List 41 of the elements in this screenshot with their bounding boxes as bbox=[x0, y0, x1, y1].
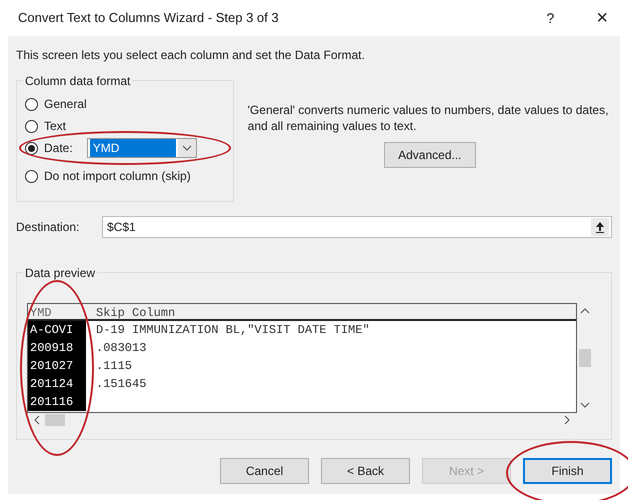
radio-button[interactable] bbox=[25, 142, 38, 154]
close-button[interactable]: × bbox=[596, 3, 608, 33]
date-format-dropdown[interactable]: YMD bbox=[86, 138, 197, 158]
option-label[interactable]: Text bbox=[44, 117, 66, 135]
preview-cell: 201124 bbox=[28, 375, 86, 393]
collapse-dialog-icon[interactable] bbox=[591, 218, 609, 236]
dialog-button[interactable]: < Back bbox=[321, 458, 410, 484]
field-value: $C$1 bbox=[106, 219, 137, 236]
radio-button[interactable] bbox=[25, 98, 38, 110]
scroll-down-icon[interactable] bbox=[580, 401, 590, 409]
radio-button[interactable] bbox=[25, 170, 38, 182]
scroll-left-icon[interactable] bbox=[33, 415, 41, 425]
option-label[interactable]: Do not import column (skip) bbox=[44, 167, 191, 185]
destination-label: Destination: bbox=[16, 219, 80, 236]
preview-cell: 201027 bbox=[28, 357, 86, 375]
preview-cell-text: .083013 bbox=[95, 340, 148, 357]
option-label[interactable]: Date: bbox=[44, 139, 73, 157]
option-label[interactable]: General bbox=[44, 95, 87, 113]
scroll-up-icon[interactable] bbox=[580, 307, 590, 315]
window-title: Convert Text to Columns Wizard - Step 3 of 3 bbox=[18, 9, 280, 28]
preview-cell-text: .151645 bbox=[95, 376, 148, 393]
dropdown-value: YMD bbox=[90, 139, 176, 157]
scroll-thumb[interactable] bbox=[45, 414, 65, 426]
column-header[interactable]: YMD bbox=[28, 304, 86, 319]
radio-button[interactable] bbox=[25, 120, 38, 132]
preview-cell-text: .1115 bbox=[95, 358, 134, 375]
preview-cell-text: D-19 IMMUNIZATION BL,"VISIT DATE TIME" bbox=[95, 322, 371, 339]
help-button[interactable]: ? bbox=[546, 8, 554, 28]
preview-cell: A-COVI bbox=[28, 321, 86, 339]
destination-field[interactable]: $C$1 bbox=[102, 216, 612, 238]
advanced-button[interactable]: Advanced... bbox=[384, 142, 476, 168]
dialog-button[interactable]: Finish bbox=[523, 458, 612, 484]
scroll-right-icon[interactable] bbox=[563, 415, 571, 425]
preview-cell: 200918 bbox=[28, 339, 86, 357]
dialog-button[interactable]: Cancel bbox=[220, 458, 309, 484]
caret-icon bbox=[178, 139, 196, 157]
hint-text: 'General' converts numeric values to numbers, date values to dates, and all remaining values to text. bbox=[248, 102, 610, 134]
preview-cell: 201116 bbox=[28, 393, 86, 411]
column-header[interactable]: Skip Column bbox=[86, 304, 178, 319]
intro-text: This screen lets you select each column and set the Data Format. bbox=[16, 47, 366, 64]
scroll-thumb[interactable] bbox=[579, 349, 591, 367]
